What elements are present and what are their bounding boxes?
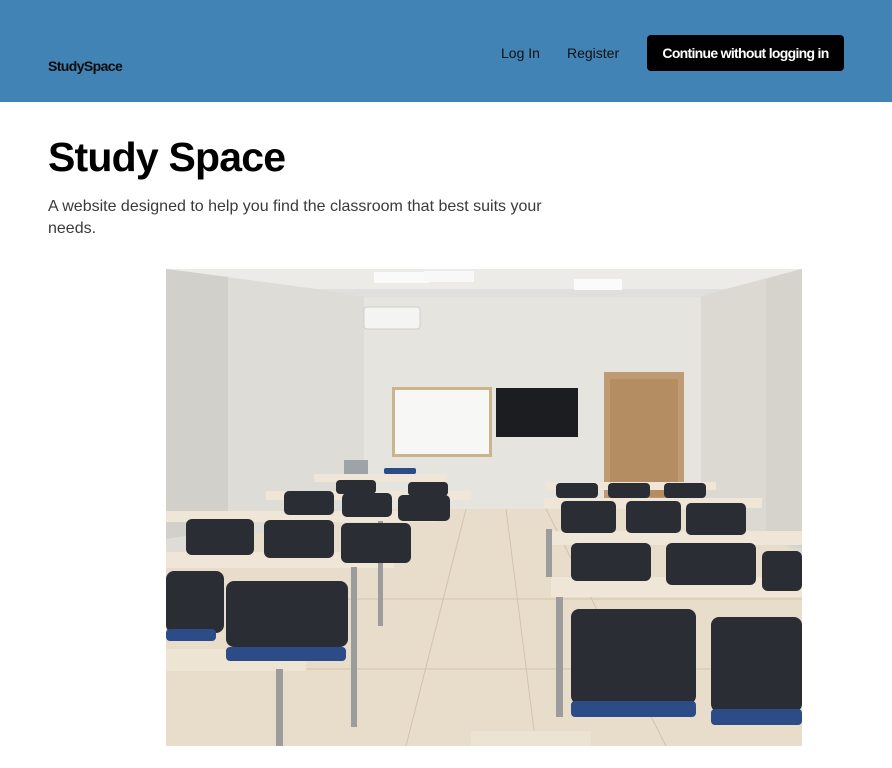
classroom-photo <box>166 269 802 746</box>
continue-without-login-button[interactable]: Continue without logging in <box>647 35 844 71</box>
brand-logo[interactable]: StudySpace <box>48 58 123 74</box>
site-header: StudySpace Log In Register Continue with… <box>0 0 892 102</box>
register-link[interactable]: Register <box>567 45 619 61</box>
page-title: Study Space <box>48 134 286 180</box>
page-description: A website designed to help you find the … <box>48 198 542 237</box>
login-link[interactable]: Log In <box>501 45 540 61</box>
